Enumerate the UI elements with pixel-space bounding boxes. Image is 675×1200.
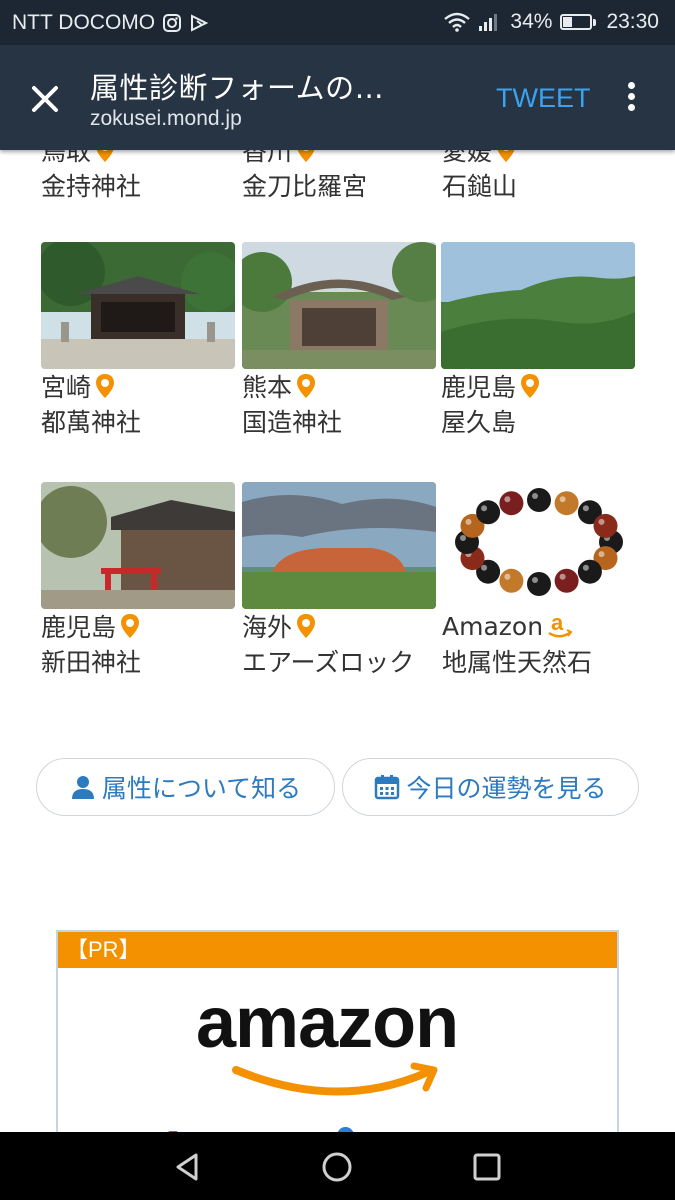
- bead-highlight: [598, 551, 605, 558]
- amazon-icon: a: [548, 612, 573, 638]
- app-notification-icon: [191, 14, 209, 32]
- place-name: 都萬神社: [41, 408, 142, 437]
- shrine-photo[interactable]: [242, 242, 436, 369]
- place-name: 国造神社: [242, 408, 343, 437]
- shrine-photo[interactable]: [41, 482, 235, 609]
- grid-item[interactable]: 熊本 国造神社: [242, 242, 436, 439]
- about-attribute-button[interactable]: 属性について知る: [36, 758, 335, 816]
- location-pin-icon: [96, 374, 115, 398]
- prefecture-label: 鹿児島: [441, 373, 517, 402]
- bead: [499, 491, 524, 516]
- location-pin-icon: [521, 374, 540, 398]
- place-name: 新田神社: [41, 648, 142, 677]
- prefecture-label: 鹿児島: [41, 613, 117, 642]
- place-name: 金持神社: [41, 172, 142, 201]
- battery-percent: 34%: [510, 10, 553, 33]
- uluru-photo[interactable]: [242, 482, 436, 609]
- bead-highlight: [532, 577, 538, 583]
- location-pin-icon: [297, 614, 316, 638]
- bead: [554, 568, 579, 593]
- bead-highlight: [481, 564, 488, 571]
- place-name: 石鎚山: [442, 172, 518, 201]
- about-attribute-label: 属性について知る: [101, 774, 302, 803]
- prefecture-label: 熊本: [242, 373, 293, 402]
- mountain-photo[interactable]: [441, 242, 635, 369]
- grid-item[interactable]: 香川 金刀比羅宮: [242, 150, 436, 203]
- pr-label: 【PR】: [58, 932, 617, 968]
- grid-item[interactable]: 海外 エアーズロック: [242, 482, 436, 679]
- tweet-button[interactable]: TWEET: [496, 83, 591, 114]
- instagram-icon: [163, 14, 182, 32]
- bead: [593, 513, 618, 538]
- amazon-logo: amazon: [196, 983, 459, 1063]
- bead: [476, 500, 501, 525]
- grid-item[interactable]: 宮崎 都萬神社: [41, 242, 235, 439]
- person-icon: [71, 776, 94, 799]
- carrier-name: NTT DOCOMO: [12, 11, 156, 34]
- recents-icon[interactable]: [470, 1150, 504, 1184]
- location-pin-icon: [497, 150, 515, 162]
- grid-item[interactable]: 鹿児島 屋久島: [441, 242, 635, 439]
- bead: [527, 488, 551, 512]
- bead-highlight: [532, 493, 538, 499]
- battery-icon: [560, 14, 597, 30]
- grid-item[interactable]: Amazon a 地属性天然石: [442, 482, 636, 679]
- signal-icon: [479, 14, 498, 31]
- status-bar: NTT DOCOMO 34% 23:30: [0, 0, 675, 45]
- bead: [577, 559, 602, 584]
- bracelet-photo[interactable]: [442, 482, 636, 609]
- main-content: 鳥取 金持神社 香川 金刀比羅宮 愛媛 石鎚山 宮崎 都萬神社 熊本 国造神社 …: [0, 150, 675, 1132]
- location-pin-icon: [297, 374, 316, 398]
- pr-partial-text: トップス: [148, 1107, 428, 1132]
- bead-highlight: [460, 535, 466, 541]
- prefecture-label: 愛媛: [442, 150, 493, 166]
- calendar-icon: [375, 775, 400, 800]
- browser-toolbar: 属性診断フォームの… zokusei.mond.jp TWEET: [0, 45, 675, 150]
- prefecture-label: 宮崎: [41, 373, 92, 402]
- bead: [499, 568, 524, 593]
- more-options-icon[interactable]: [618, 79, 644, 119]
- place-name: エアーズロック: [242, 648, 415, 677]
- location-pin-icon: [121, 614, 140, 638]
- back-icon[interactable]: [170, 1150, 204, 1184]
- bead-highlight: [582, 505, 589, 512]
- today-fortune-label: 今日の運勢を見る: [406, 774, 607, 803]
- prefecture-label: Amazon: [442, 611, 544, 641]
- grid-item[interactable]: 愛媛 石鎚山: [442, 150, 636, 203]
- prefecture-label: 鳥取: [41, 150, 92, 166]
- bead-highlight: [559, 496, 566, 503]
- pr-ad-banner[interactable]: 【PR】 amazon トップス: [56, 930, 619, 1132]
- bead-highlight: [504, 496, 511, 503]
- place-name: 屋久島: [441, 408, 517, 437]
- home-icon[interactable]: [320, 1150, 354, 1184]
- close-icon[interactable]: [24, 78, 66, 120]
- amazon-smile-icon: [232, 1062, 438, 1096]
- today-fortune-button[interactable]: 今日の運勢を見る: [342, 758, 639, 816]
- shrine-photo[interactable]: [41, 242, 235, 369]
- place-name: 地属性天然石: [442, 648, 593, 677]
- page-url: zokusei.mond.jp: [90, 107, 242, 130]
- clock: 23:30: [606, 10, 659, 33]
- page-title: 属性診断フォームの…: [90, 71, 385, 105]
- wifi-icon: [444, 12, 471, 32]
- bead-highlight: [582, 564, 589, 571]
- bead-highlight: [465, 518, 472, 525]
- location-pin-icon: [96, 150, 114, 162]
- bead-highlight: [481, 505, 488, 512]
- place-name: 金刀比羅宮: [242, 172, 368, 201]
- bead-highlight: [504, 573, 511, 580]
- bead-highlight: [559, 573, 566, 580]
- grid-item[interactable]: 鹿児島 新田神社: [41, 482, 235, 679]
- grid-item[interactable]: 鳥取 金持神社: [41, 150, 235, 203]
- bead: [554, 491, 579, 516]
- bead-highlight: [598, 518, 605, 525]
- location-pin-icon: [297, 150, 315, 162]
- bead: [527, 572, 551, 596]
- svg-text:a: a: [551, 612, 564, 635]
- prefecture-label: 海外: [242, 613, 293, 642]
- system-nav-bar: [0, 1132, 675, 1200]
- prefecture-label: 香川: [242, 150, 293, 166]
